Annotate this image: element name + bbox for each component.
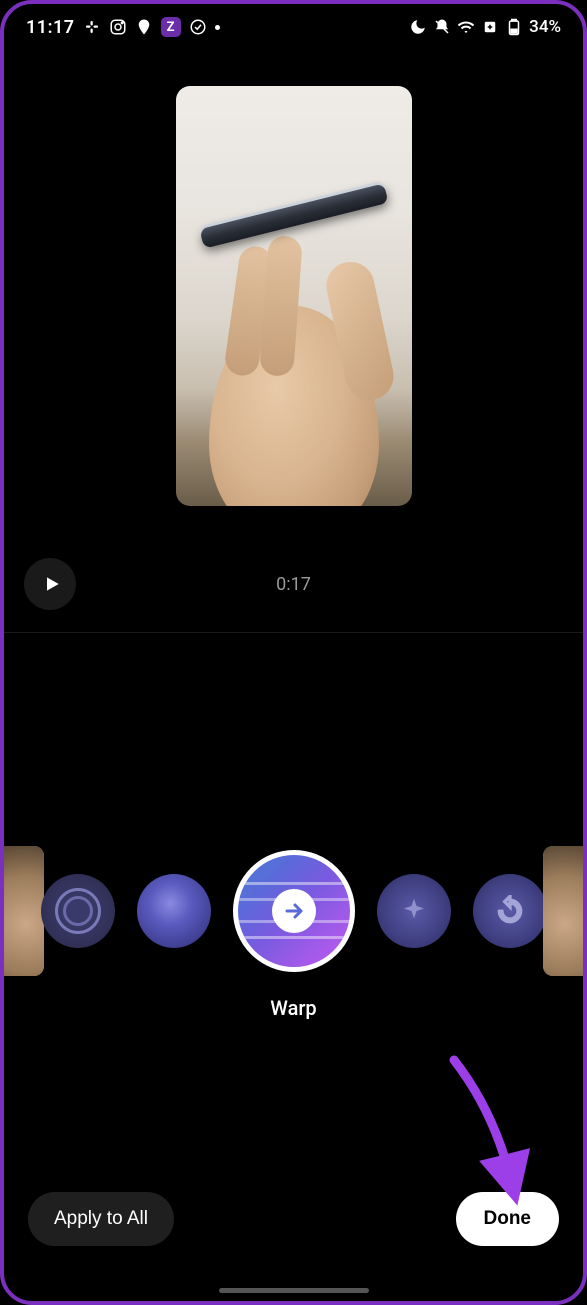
sync-icon bbox=[189, 18, 207, 36]
next-clip-peek[interactable] bbox=[543, 846, 583, 976]
annotation-arrow-icon bbox=[439, 1052, 529, 1190]
effect-rewind[interactable] bbox=[473, 874, 547, 948]
dnd-moon-icon bbox=[409, 18, 427, 36]
video-timestamp: 0:17 bbox=[4, 574, 583, 595]
app-frame: 11:17 Z bbox=[0, 0, 587, 1305]
status-bar: 11:17 Z bbox=[4, 4, 583, 50]
battery-percent: 34% bbox=[529, 17, 561, 37]
video-preview[interactable] bbox=[4, 56, 583, 536]
divider bbox=[4, 632, 583, 633]
data-saver-icon bbox=[481, 18, 499, 36]
clock: 11:17 bbox=[26, 17, 75, 38]
status-left: 11:17 Z bbox=[26, 17, 220, 38]
wifi-icon bbox=[457, 18, 475, 36]
notification-dot-icon bbox=[215, 25, 220, 30]
apply-to-all-button[interactable]: Apply to All bbox=[28, 1192, 174, 1246]
instagram-icon bbox=[109, 18, 127, 36]
preview-controls: 0:17 bbox=[4, 556, 583, 612]
location-icon bbox=[135, 18, 153, 36]
preview-thumbnail bbox=[176, 86, 412, 506]
bottom-action-bar: Apply to All Done bbox=[4, 1189, 583, 1249]
mute-bell-icon bbox=[433, 18, 451, 36]
selected-effect-label: Warp bbox=[4, 996, 583, 1020]
home-indicator[interactable] bbox=[219, 1288, 369, 1293]
arrow-right-icon bbox=[272, 889, 316, 933]
z-app-icon: Z bbox=[161, 17, 181, 37]
status-right: 34% bbox=[409, 17, 561, 37]
effect-glow[interactable] bbox=[137, 874, 211, 948]
effects-carousel[interactable] bbox=[4, 836, 583, 986]
effect-sparkle[interactable] bbox=[377, 874, 451, 948]
effect-rings[interactable] bbox=[41, 874, 115, 948]
effect-warp[interactable] bbox=[233, 850, 355, 972]
prev-clip-peek[interactable] bbox=[4, 846, 44, 976]
battery-icon bbox=[505, 18, 523, 36]
slack-icon bbox=[83, 18, 101, 36]
done-button[interactable]: Done bbox=[456, 1192, 560, 1246]
